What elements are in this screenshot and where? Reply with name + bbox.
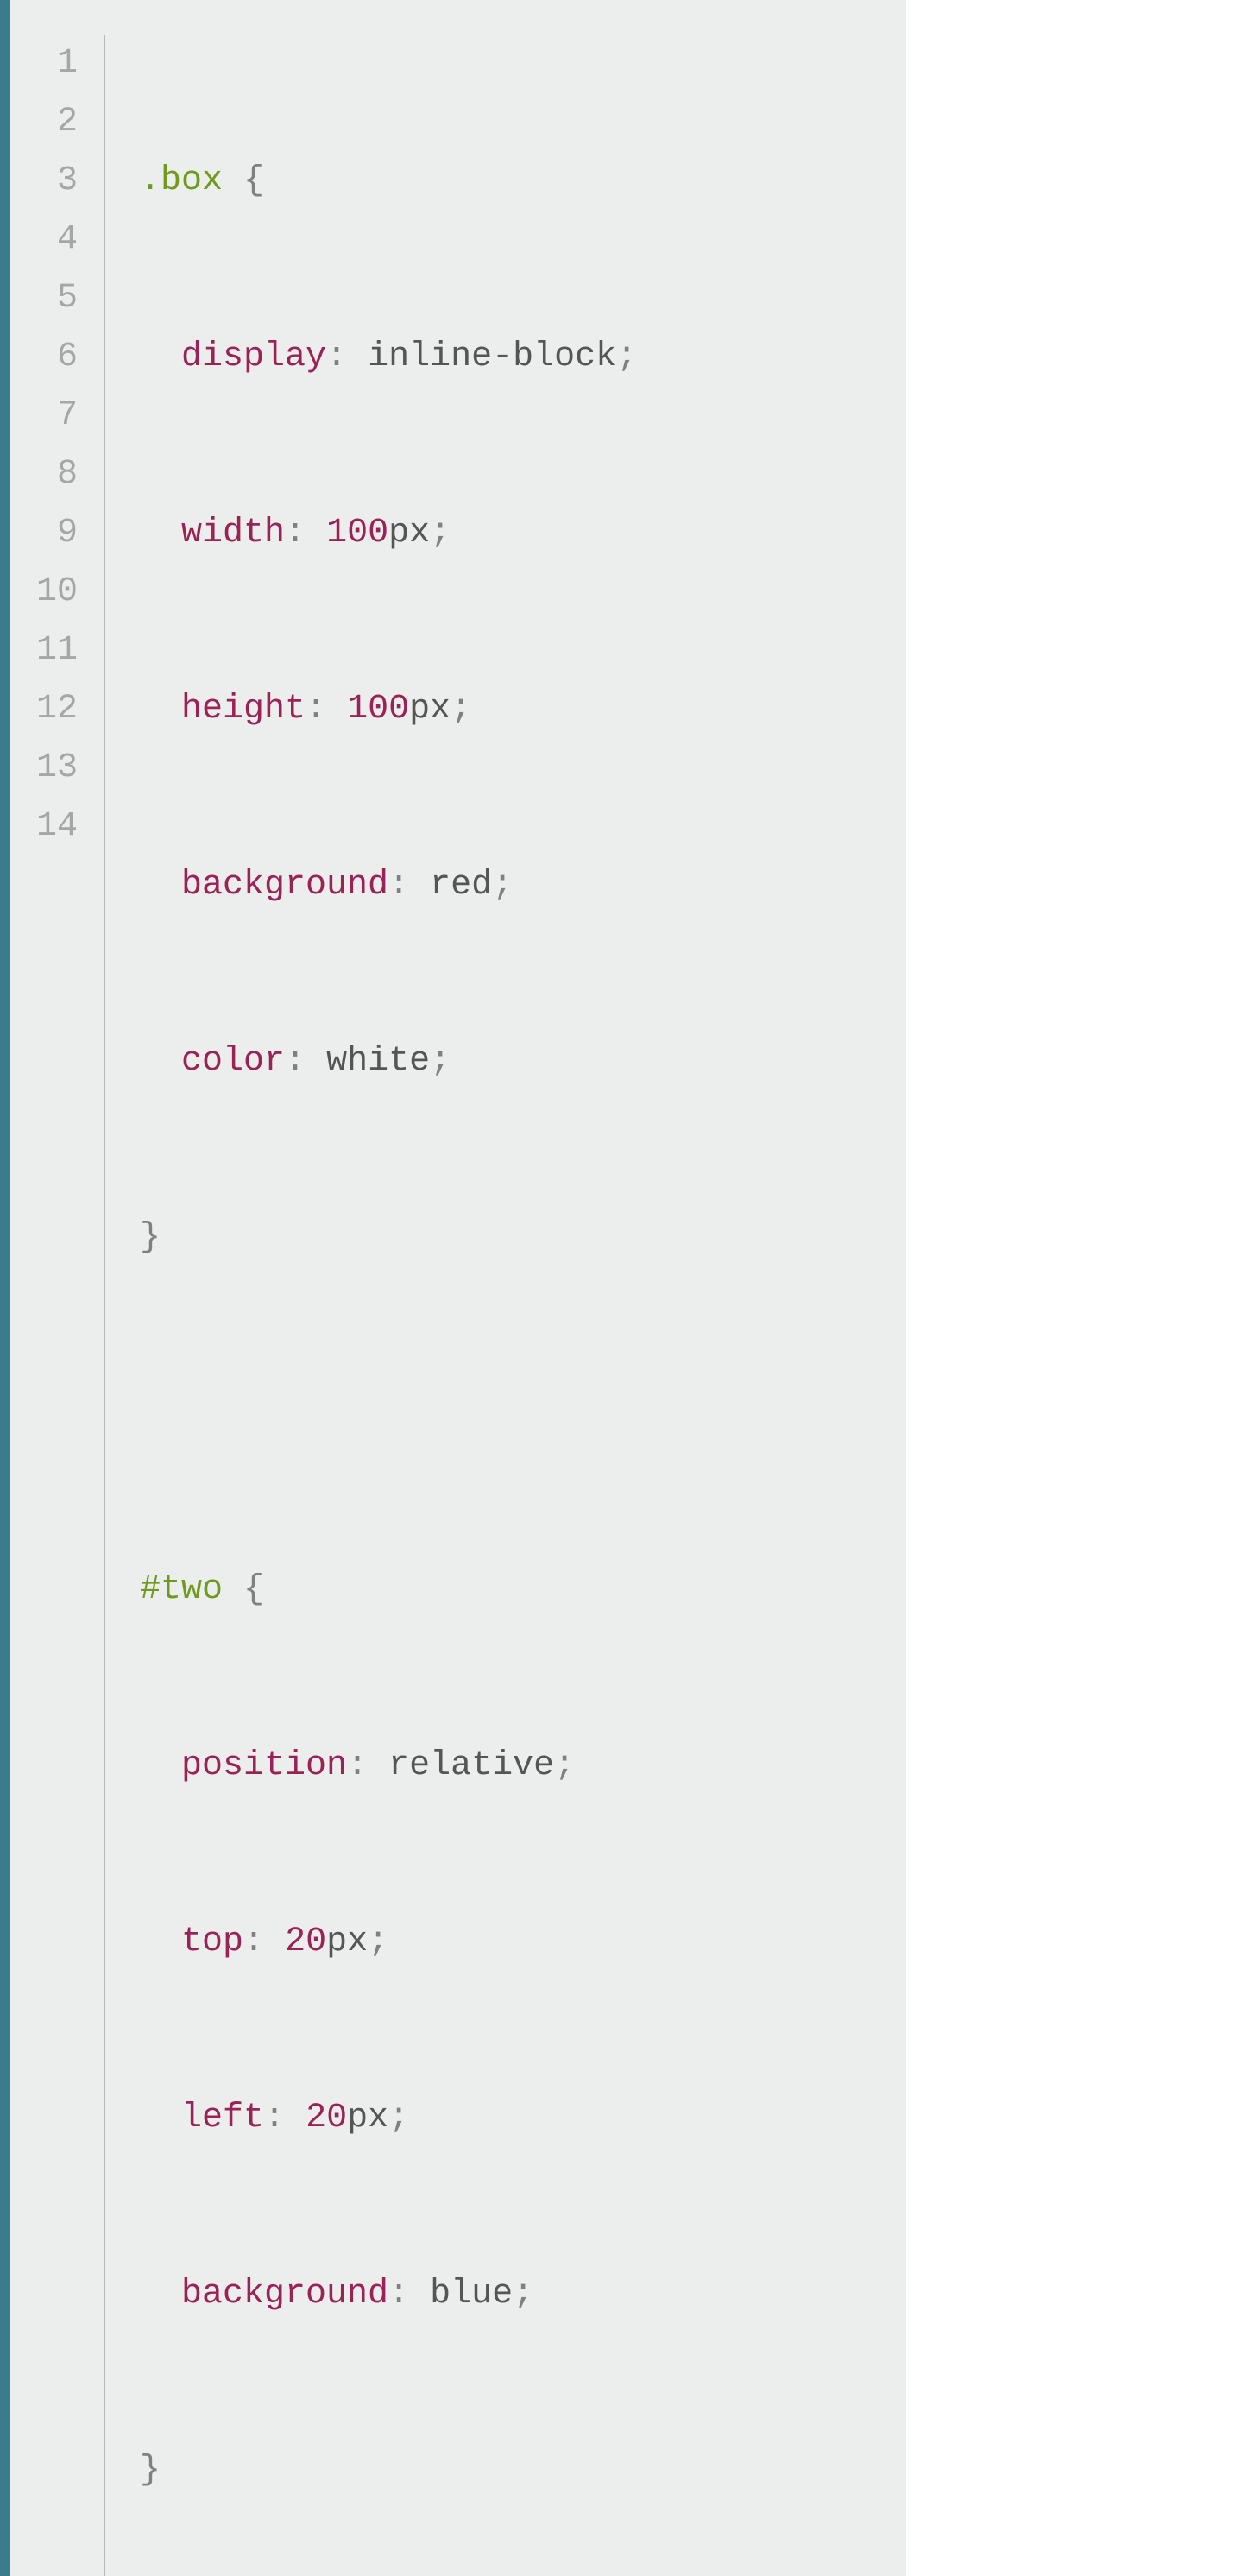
line-number: 6: [36, 328, 78, 387]
line-number: 10: [36, 563, 78, 622]
css-unit: px: [409, 690, 451, 729]
css-property: background: [181, 2275, 388, 2314]
code-line: left: 20px;: [140, 2089, 880, 2148]
brace-close: }: [140, 1218, 161, 1257]
code-line: width: 100px;: [140, 504, 880, 563]
line-number: 3: [36, 152, 78, 211]
css-value: blue: [430, 2275, 513, 2314]
line-number: 5: [36, 269, 78, 328]
css-number: 20: [285, 1923, 326, 1961]
css-value: red: [430, 866, 492, 905]
empty-line: [140, 1394, 161, 1433]
line-number: 7: [36, 387, 78, 445]
css-property: width: [181, 514, 285, 552]
css-unit: px: [326, 1923, 368, 1961]
code-line: #two {: [140, 1561, 880, 1619]
colon: :: [388, 866, 409, 905]
css-property: background: [181, 866, 388, 905]
css-property: top: [181, 1923, 243, 1961]
code-content[interactable]: .box { display: inline-block; width: 100…: [105, 35, 906, 2576]
semicolon: ;: [368, 1923, 388, 1961]
css-property: position: [181, 1746, 347, 1785]
code-line: top: 20px;: [140, 1913, 880, 1972]
code-line: position: relative;: [140, 1737, 880, 1796]
line-number: 11: [36, 622, 78, 680]
line-number: 8: [36, 445, 78, 504]
css-selector: #two: [140, 1570, 223, 1609]
semicolon: ;: [616, 338, 637, 376]
css-number: 100: [347, 690, 409, 729]
code-line: background: red;: [140, 856, 880, 915]
colon: :: [306, 690, 326, 729]
brace-open: {: [243, 161, 264, 200]
line-number: 13: [36, 739, 78, 798]
semicolon: ;: [388, 2099, 409, 2137]
code-line: }: [140, 2441, 880, 2500]
semicolon: ;: [430, 1042, 451, 1081]
line-number: 9: [36, 504, 78, 563]
code-line: }: [140, 1209, 880, 1267]
css-unit: px: [347, 2099, 388, 2137]
css-property: color: [181, 1042, 285, 1081]
code-line: height: 100px;: [140, 680, 880, 739]
css-value: inline-block: [368, 338, 616, 376]
semicolon: ;: [513, 2275, 533, 2314]
colon: :: [285, 1042, 306, 1081]
colon: :: [285, 514, 306, 552]
css-value: relative: [388, 1746, 554, 1785]
code-line: .box {: [140, 152, 880, 211]
css-selector: .box: [140, 161, 223, 200]
colon: :: [388, 2275, 409, 2314]
line-number: 2: [36, 93, 78, 152]
brace-open: {: [243, 1570, 264, 1609]
line-number: 4: [36, 211, 78, 269]
code-line: background: blue;: [140, 2265, 880, 2324]
semicolon: ;: [430, 514, 451, 552]
css-property: left: [181, 2099, 264, 2137]
css-number: 100: [326, 514, 388, 552]
code-line: display: inline-block;: [140, 328, 880, 387]
css-property: display: [181, 338, 326, 376]
semicolon: ;: [554, 1746, 575, 1785]
css-number: 20: [306, 2099, 347, 2137]
line-number-gutter: 1 2 3 4 5 6 7 8 9 10 11 12 13 14: [10, 35, 105, 2576]
code-line: [140, 1385, 880, 1443]
css-unit: px: [388, 514, 430, 552]
css-property: height: [181, 690, 306, 729]
semicolon: ;: [492, 866, 513, 905]
css-value: white: [326, 1042, 430, 1081]
colon: :: [326, 338, 347, 376]
brace-close: }: [140, 2451, 161, 2490]
colon: :: [243, 1923, 264, 1961]
code-block: 1 2 3 4 5 6 7 8 9 10 11 12 13 14 .box { …: [0, 0, 906, 2576]
colon: :: [264, 2099, 285, 2137]
colon: :: [347, 1746, 368, 1785]
line-number: 1: [36, 35, 78, 93]
line-number: 12: [36, 680, 78, 739]
code-line: color: white;: [140, 1032, 880, 1091]
semicolon: ;: [451, 690, 471, 729]
line-number: 14: [36, 798, 78, 856]
